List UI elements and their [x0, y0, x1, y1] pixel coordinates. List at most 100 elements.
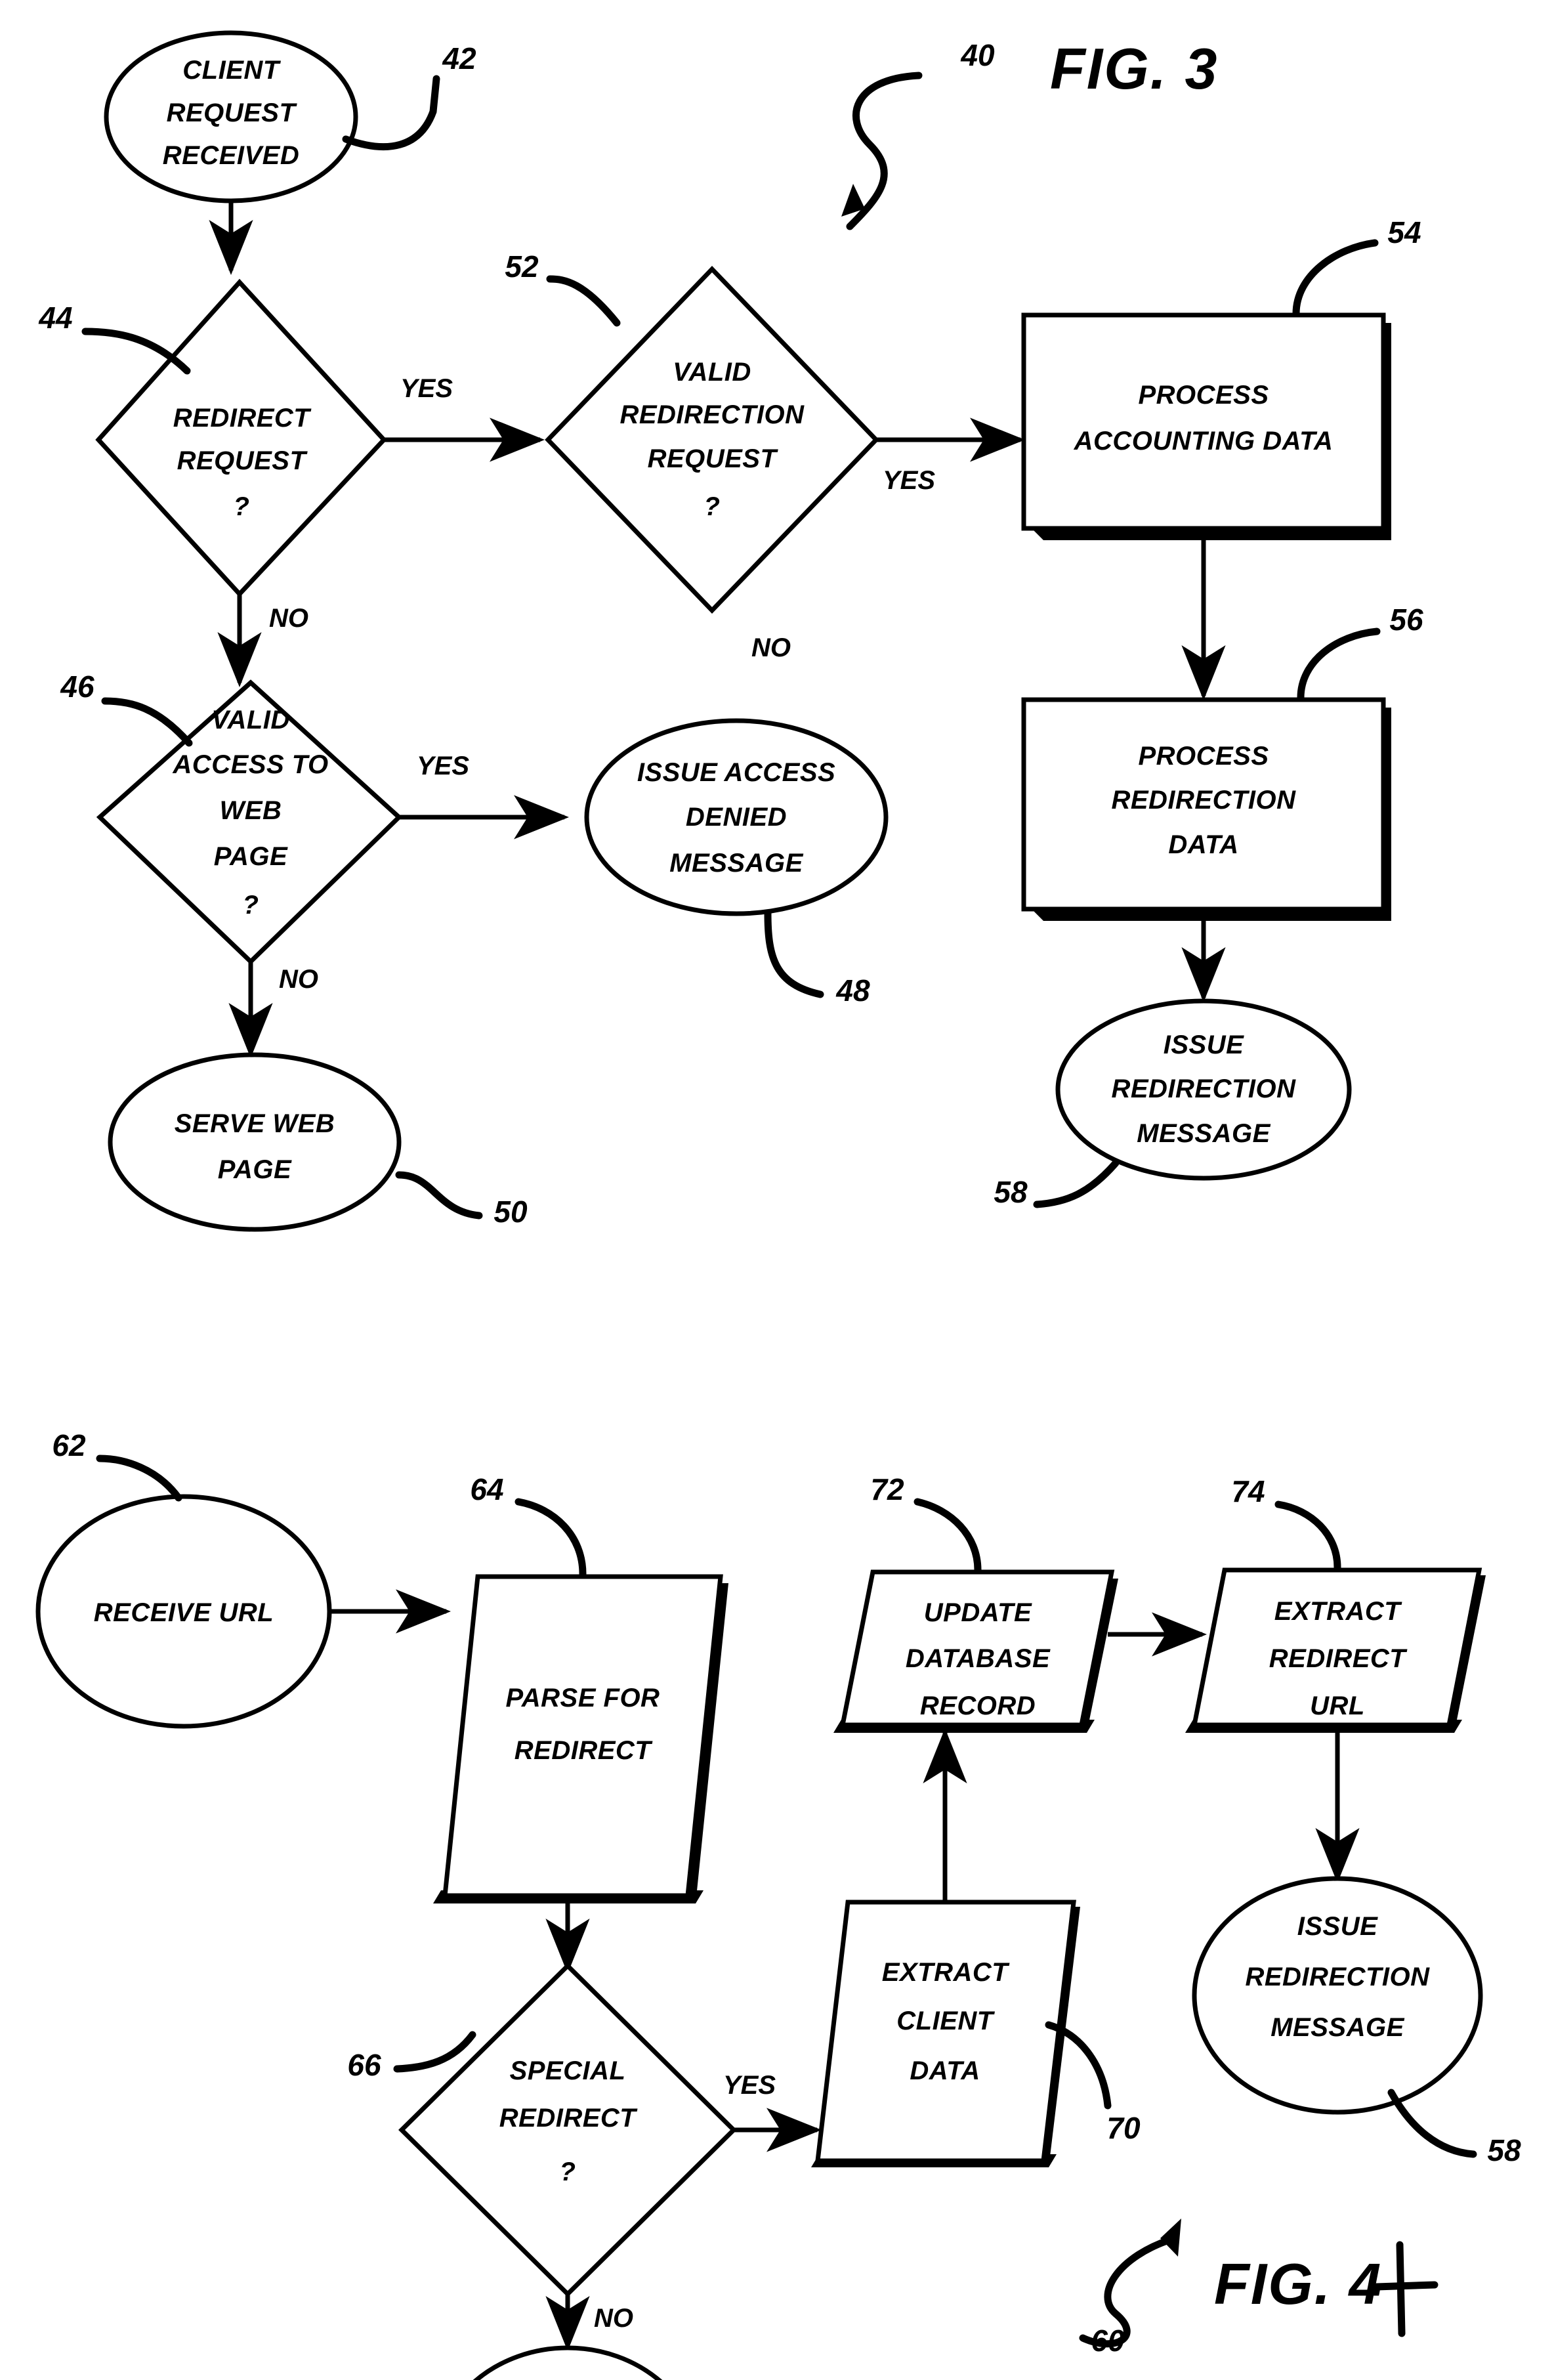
ref-number-64: 64 [470, 1472, 503, 1506]
patent-drawing-sheet: CLIENT REQUEST RECEIVED 42 REDIRECT REQU… [0, 0, 1554, 2380]
node-issue-access-denied-message: ISSUE ACCESS DENIED MESSAGE [584, 718, 889, 916]
node-label-line: MESSAGE [669, 849, 803, 878]
node-extract-client-data: EXTRACT CLIENT DATA [811, 1900, 1080, 2167]
node-label-line: MESSAGE [1270, 2013, 1404, 2042]
ref-number-58b: 58 [1487, 2133, 1521, 2167]
leader-line-50 [395, 1171, 483, 1220]
ref-number-48: 48 [835, 973, 870, 1008]
node-issue-response-message: ISSUE RESPONSE MESSAGE [472, 2345, 663, 2380]
figure-title-fig4: FIG. 4 [1214, 2251, 1383, 2316]
node-label-line: PROCESS [1138, 742, 1269, 771]
node-label-line: RECORD [920, 1691, 1036, 1720]
leader-line-56 [1297, 627, 1381, 702]
node-label-line: DATA [1168, 830, 1238, 859]
node-label-line: REDIRECTION [1111, 1074, 1296, 1103]
node-serve-web-page: SERVE WEB PAGE [108, 1052, 402, 1232]
ref-number-70: 70 [1106, 2111, 1141, 2145]
node-special-redirect-decision: SPECIAL REDIRECT ? [398, 1963, 737, 2297]
node-label-line: EXTRACT [882, 1958, 1010, 1987]
flow-ref-arrowhead-60 [1160, 2219, 1181, 2257]
node-label-line: EXTRACT [1274, 1597, 1402, 1626]
ref-number-42: 42 [442, 41, 476, 75]
ref-number-74: 74 [1231, 1474, 1265, 1508]
ref-number-66: 66 [347, 2048, 381, 2082]
node-label-line: ? [704, 492, 721, 521]
node-parse-for-redirect: PARSE FOR REDIRECT [433, 1574, 728, 1903]
node-valid-redirection-request-decision: VALID REDIRECTION REQUEST ? [545, 265, 879, 614]
leader-line-66 [393, 2031, 476, 2073]
node-receive-url: RECEIVE URL [35, 1494, 332, 1729]
node-label-line: PARSE FOR [506, 1684, 660, 1712]
node-label-line: ? [234, 492, 250, 521]
node-label-line: URL [1310, 1691, 1365, 1720]
node-label-line: WEB [220, 796, 282, 825]
node-label-line: REDIRECTION [620, 400, 805, 429]
node-extract-redirect-url: EXTRACT REDIRECT URL [1185, 1567, 1486, 1733]
leader-line-58b [1387, 2089, 1477, 2158]
node-update-database-record: UPDATE DATABASE RECORD [833, 1569, 1118, 1733]
ref-number-52: 52 [505, 249, 539, 284]
node-label-line: ISSUE [1164, 1031, 1244, 1059]
node-label-line: ISSUE ACCESS [637, 758, 835, 787]
ref-number-72: 72 [870, 1472, 904, 1506]
node-label-line: PAGE [218, 1155, 292, 1184]
node-label-line: REQUEST [177, 446, 308, 475]
ref-number-44: 44 [38, 301, 72, 335]
node-redirect-request-decision: REDIRECT REQUEST ? [95, 278, 387, 598]
node-issue-redirection-message-fig4: ISSUE REDIRECTION MESSAGE [1192, 1876, 1483, 2115]
ref-number-60: 60 [1091, 2324, 1125, 2358]
leader-line-58 [1033, 1159, 1120, 1208]
edge-label-yes: YES [723, 2071, 776, 2100]
node-label-line: RECEIVE URL [94, 1598, 274, 1627]
node-label-line: RECEIVED [163, 141, 300, 170]
edge-label-yes: YES [883, 466, 935, 495]
node-label-line: VALID [211, 706, 290, 734]
leader-line-72 [914, 1498, 982, 1574]
node-label-line: DENIED [686, 803, 787, 832]
node-process-redirection-data: PROCESS REDIRECTION DATA [1021, 697, 1391, 921]
leader-line-52 [546, 275, 621, 327]
node-issue-redirection-message-fig3: ISSUE REDIRECTION MESSAGE [1055, 998, 1352, 1181]
node-label-line: SERVE WEB [175, 1109, 335, 1138]
ref-number-54: 54 [1387, 215, 1421, 249]
node-label-line: REDIRECTION [1111, 786, 1296, 815]
edge-label-no: NO [279, 965, 318, 994]
node-label-line: DATA [910, 2056, 980, 2085]
node-label-line: ISSUE [1297, 1912, 1378, 1941]
node-label-line: UPDATE [924, 1598, 1032, 1627]
ref-number-62: 62 [52, 1428, 86, 1462]
node-label-line: PROCESS [1138, 381, 1269, 410]
node-label-line: REDIRECT [173, 404, 312, 433]
ref-number-50: 50 [494, 1195, 528, 1229]
node-label-line: ACCOUNTING DATA [1074, 427, 1334, 456]
edge-label-no: NO [269, 604, 308, 633]
node-label-line: CLIENT [896, 2007, 996, 2035]
leader-line-54 [1292, 239, 1379, 318]
node-label-line: CLIENT [182, 56, 282, 85]
ref-number-40: 40 [960, 38, 995, 72]
node-label-line: PAGE [214, 842, 288, 871]
flowchart-canvas: CLIENT REQUEST RECEIVED 42 REDIRECT REQU… [35, 30, 1521, 2380]
node-valid-access-to-web-page-decision: VALID ACCESS TO WEB PAGE ? [96, 679, 403, 965]
ref-number-46: 46 [60, 669, 94, 704]
leader-line-46 [101, 697, 193, 747]
node-label-line: SPECIAL [510, 2056, 626, 2085]
leader-line-74 [1274, 1500, 1341, 1571]
node-label-line: DATABASE [906, 1644, 1051, 1673]
ref-number-56: 56 [1389, 603, 1423, 637]
node-label-line: ? [243, 891, 259, 920]
node-label-line: REQUEST [648, 444, 779, 473]
node-label-line: REQUEST [167, 98, 298, 127]
figure-title-fig3: FIG. 3 [1050, 36, 1219, 101]
node-label-line: REDIRECT [499, 2104, 639, 2133]
node-client-request-received: CLIENT REQUEST RECEIVED [104, 30, 358, 203]
leader-line-42 [342, 75, 440, 150]
node-label-line: ? [560, 2157, 576, 2186]
handdrawn-stroke-horizontal [1373, 2281, 1438, 2291]
leader-line-48 [764, 910, 824, 998]
node-process-accounting-data: PROCESS ACCOUNTING DATA [1021, 312, 1391, 540]
node-label-line: VALID [673, 358, 751, 387]
node-label-line: ACCESS TO [172, 750, 328, 779]
edge-label-no: NO [751, 633, 791, 662]
leader-line-62 [96, 1455, 182, 1502]
